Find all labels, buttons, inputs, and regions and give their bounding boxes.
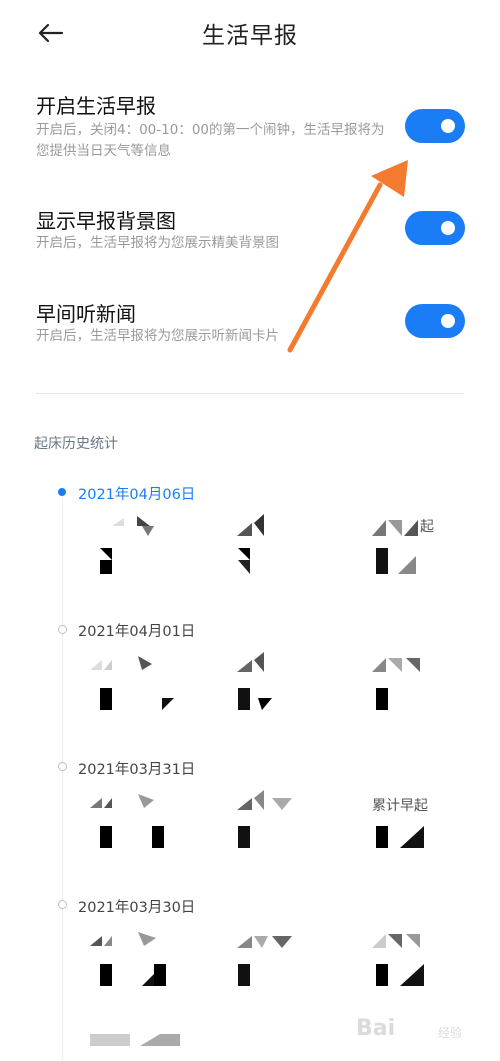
watermark-text: Bai xyxy=(356,1016,396,1041)
setting-title-morning-report: 开启生活早报 xyxy=(36,94,156,118)
setting-desc-morning-news: 开启后，生活早报将为您展示听新闻卡片 xyxy=(36,328,279,344)
setting-title-morning-news: 早间听新闻 xyxy=(36,302,136,326)
page-title: 生活早报 xyxy=(202,23,298,49)
history-side-label: 累计早起 xyxy=(372,798,428,814)
toggle-morning-report[interactable] xyxy=(405,109,465,143)
history-date: 2021年04月06日 xyxy=(78,487,196,503)
toggle-background-image[interactable] xyxy=(405,211,465,245)
pixelated-stats-row xyxy=(90,1034,180,1046)
divider xyxy=(36,393,464,394)
history-date: 2021年03月31日 xyxy=(78,762,196,778)
pixelated-stats-row xyxy=(100,514,418,574)
pixelated-stats-row xyxy=(90,932,424,986)
timeline-dot xyxy=(58,762,67,771)
pixelated-stats-row xyxy=(90,652,420,710)
history-side-label: 起 xyxy=(420,519,434,535)
timeline-dot xyxy=(58,900,67,909)
timeline-line xyxy=(62,498,63,1061)
history-date: 2021年04月01日 xyxy=(78,624,196,640)
timeline-dot-active xyxy=(58,488,66,496)
toggle-knob xyxy=(441,119,455,133)
toggle-knob xyxy=(441,314,455,328)
setting-title-background-image: 显示早报背景图 xyxy=(36,209,176,233)
setting-desc-background-image: 开启后，生活早报将为您展示精美背景图 xyxy=(36,235,279,251)
setting-desc-morning-report: 开启后，关闭4：00-10：00的第一个闹钟，生活早报将为您提供当日天气等信息 xyxy=(36,122,385,159)
history-section-title: 起床历史统计 xyxy=(34,436,118,452)
timeline-dot xyxy=(58,625,67,634)
toggle-morning-news[interactable] xyxy=(405,304,465,338)
watermark-small-text: 经验 xyxy=(438,1026,463,1040)
history-date: 2021年03月30日 xyxy=(78,900,196,916)
toggle-knob xyxy=(441,221,455,235)
